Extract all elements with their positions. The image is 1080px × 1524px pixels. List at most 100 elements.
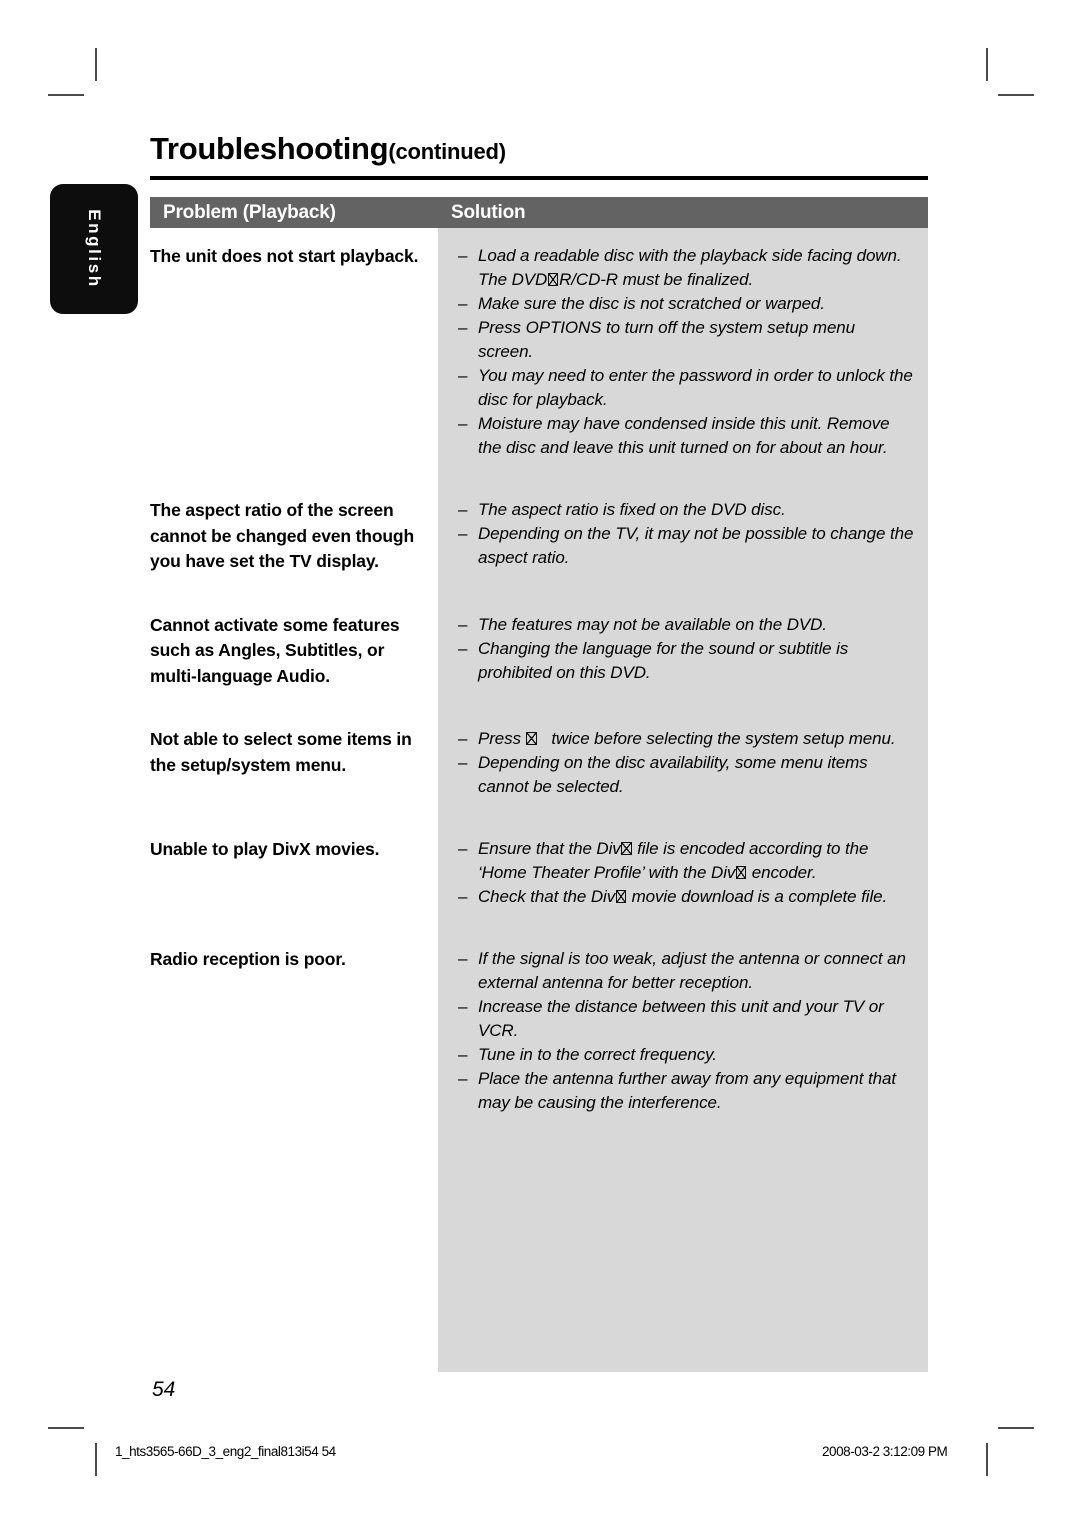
bullet-dash-icon: – [458, 638, 468, 658]
solution-text: Press twice before selecting the system … [478, 729, 896, 748]
solution-text: Increase the distance between this unit … [478, 997, 884, 1040]
solution-text: If the signal is too weak, adjust the an… [478, 949, 906, 992]
crop-mark-top-right-horizontal [998, 94, 1034, 96]
crop-mark-top-left-horizontal [48, 94, 84, 96]
solution-cell: – Press twice before selecting the system… [438, 711, 928, 799]
missing-glyph-icon [615, 889, 627, 904]
bullet-dash-icon: – [458, 524, 468, 543]
missing-glyph-icon [547, 272, 559, 287]
solution-text: Moisture may have condensed inside this … [478, 414, 890, 457]
solution-cell: – Ensure that the Div file is encoded acc… [438, 821, 928, 909]
problem-cell: Radio reception is poor. [150, 949, 346, 969]
bullet-dash-icon: – [458, 318, 468, 337]
bullet-dash-icon: – [458, 414, 468, 433]
solution-bullet: – The features may not be available on th… [458, 613, 914, 637]
table-row: Unable to play DivX movies. – Ensure that … [150, 821, 928, 909]
bullet-dash-icon: – [458, 949, 468, 968]
language-tab-label: English [85, 209, 104, 289]
solution-bullet: – Press OPTIONS to turn off the system se… [458, 316, 914, 364]
bullet-dash-icon: – [458, 246, 468, 265]
solution-cell: – The features may not be available on th… [438, 597, 928, 685]
solution-cell: – The aspect ratio is fixed on the DVD di… [438, 482, 928, 570]
table-row: The aspect ratio of the screen cannot be… [150, 482, 928, 575]
problem-cell: Cannot activate some features such as An… [150, 614, 400, 686]
bullet-dash-icon: – [458, 1045, 468, 1064]
crop-mark-bottom-right-horizontal [998, 1427, 1034, 1429]
problem-cell: The unit does not start playback. [150, 246, 419, 266]
bullet-dash-icon: – [458, 729, 468, 748]
footer-timestamp: 2008-03-2 3:12:09 PM [822, 1444, 948, 1459]
table-header-row: Problem (Playback) Solution [150, 197, 928, 228]
table-body: The unit does not start playback. – Load a… [150, 228, 928, 1115]
bullet-dash-icon: – [458, 614, 468, 634]
crop-mark-bottom-left-vertical [95, 1443, 97, 1476]
solution-text: Depending on the TV, it may not be possi… [478, 524, 914, 567]
crop-mark-bottom-left-horizontal [48, 1427, 84, 1429]
crop-mark-top-left-vertical [95, 48, 97, 81]
solution-cell: – Load a readable disc with the playback … [438, 228, 928, 460]
solution-bullet: – Place the antenna further away from any… [458, 1067, 914, 1115]
solution-bullet: – Depending on the disc availability, som… [458, 751, 914, 799]
row-spacer [150, 799, 928, 821]
row-spacer [150, 689, 928, 711]
row-spacer [150, 460, 928, 482]
solution-text: The aspect ratio is fixed on the DVD dis… [478, 500, 786, 519]
row-spacer [150, 909, 928, 931]
title-divider-rule [150, 176, 928, 180]
problem-cell: Not able to select some items in the set… [150, 729, 412, 775]
missing-glyph-icon [735, 865, 747, 880]
solution-text: Press OPTIONS to turn off the system set… [478, 318, 856, 361]
solution-bullet: – The aspect ratio is fixed on the DVD di… [458, 498, 914, 522]
footer-file-reference: 1_hts3565-66D_3_eng2_final813i54 54 [115, 1444, 336, 1459]
problem-cell: Unable to play DivX movies. [150, 839, 380, 859]
bullet-dash-icon: – [458, 294, 468, 313]
page-number: 54 [152, 1378, 176, 1401]
solution-bullet: – Load a readable disc with the playback … [458, 244, 914, 292]
page-title: Troubleshooting(continued) [150, 131, 506, 167]
solution-text: The features may not be available on the… [478, 614, 827, 634]
crop-mark-bottom-right-vertical [986, 1443, 988, 1476]
problem-cell: The aspect ratio of the screen cannot be… [150, 500, 415, 571]
page-title-continued: (continued) [388, 139, 506, 164]
solution-bullet: – If the signal is too weak, adjust the a… [458, 947, 914, 995]
missing-glyph-icon [621, 841, 632, 856]
bullet-dash-icon: – [458, 997, 468, 1016]
bullet-dash-icon: – [458, 1069, 468, 1088]
page-title-main: Troubleshooting [150, 131, 389, 166]
solution-text: Changing the language for the sound or s… [478, 638, 849, 682]
table-row: Cannot activate some features such as An… [150, 597, 928, 690]
column-header-problem: Problem (Playback) [163, 201, 336, 223]
row-spacer [150, 575, 928, 597]
solution-bullet: – Make sure the disc is not scratched or … [458, 292, 914, 316]
bullet-dash-icon: – [458, 366, 468, 385]
solution-bullet: – Tune in to the correct frequency. [458, 1043, 914, 1067]
solution-bullet: – Press twice before selecting the system… [458, 727, 914, 751]
bullet-dash-icon: – [458, 753, 468, 772]
solution-text: Tune in to the correct frequency. [478, 1045, 717, 1064]
solution-bullet: – Depending on the TV, it may not be poss… [458, 522, 914, 570]
solution-bullet: – Moisture may have condensed inside this… [458, 412, 914, 460]
solution-text: Place the antenna further away from any … [478, 1069, 896, 1112]
solution-bullet: – You may need to enter the password in o… [458, 364, 914, 412]
missing-glyph-icon [526, 731, 537, 746]
bullet-dash-icon: – [458, 887, 468, 906]
solution-bullet: – Changing the language for the sound or … [458, 637, 914, 685]
table-row: Radio reception is poor. – If the signal i… [150, 931, 928, 1115]
solution-bullet: – Check that the Div movie download is a … [458, 885, 914, 909]
solution-cell: – If the signal is too weak, adjust the a… [438, 931, 928, 1115]
bullet-dash-icon: – [458, 839, 468, 858]
column-header-solution: Solution [451, 201, 526, 223]
table-row: Not able to select some items in the set… [150, 711, 928, 799]
solution-text: Load a readable disc with the playback s… [478, 246, 902, 289]
solution-bullet: – Increase the distance between this unit… [458, 995, 914, 1043]
language-tab: English [50, 184, 138, 314]
solution-bullet: – Ensure that the Div file is encoded acc… [458, 837, 914, 885]
troubleshooting-table: Problem (Playback) Solution [150, 197, 928, 228]
table-row: The unit does not start playback. – Load a… [150, 228, 928, 460]
solution-text: You may need to enter the password in or… [478, 366, 913, 409]
bullet-dash-icon: – [458, 500, 468, 519]
solution-text: Check that the Div movie download is a c… [478, 887, 888, 906]
crop-mark-top-right-vertical [986, 48, 988, 81]
solution-text: Ensure that the Div file is encoded acco… [478, 839, 869, 882]
solution-text: Depending on the disc availability, some… [478, 753, 868, 796]
